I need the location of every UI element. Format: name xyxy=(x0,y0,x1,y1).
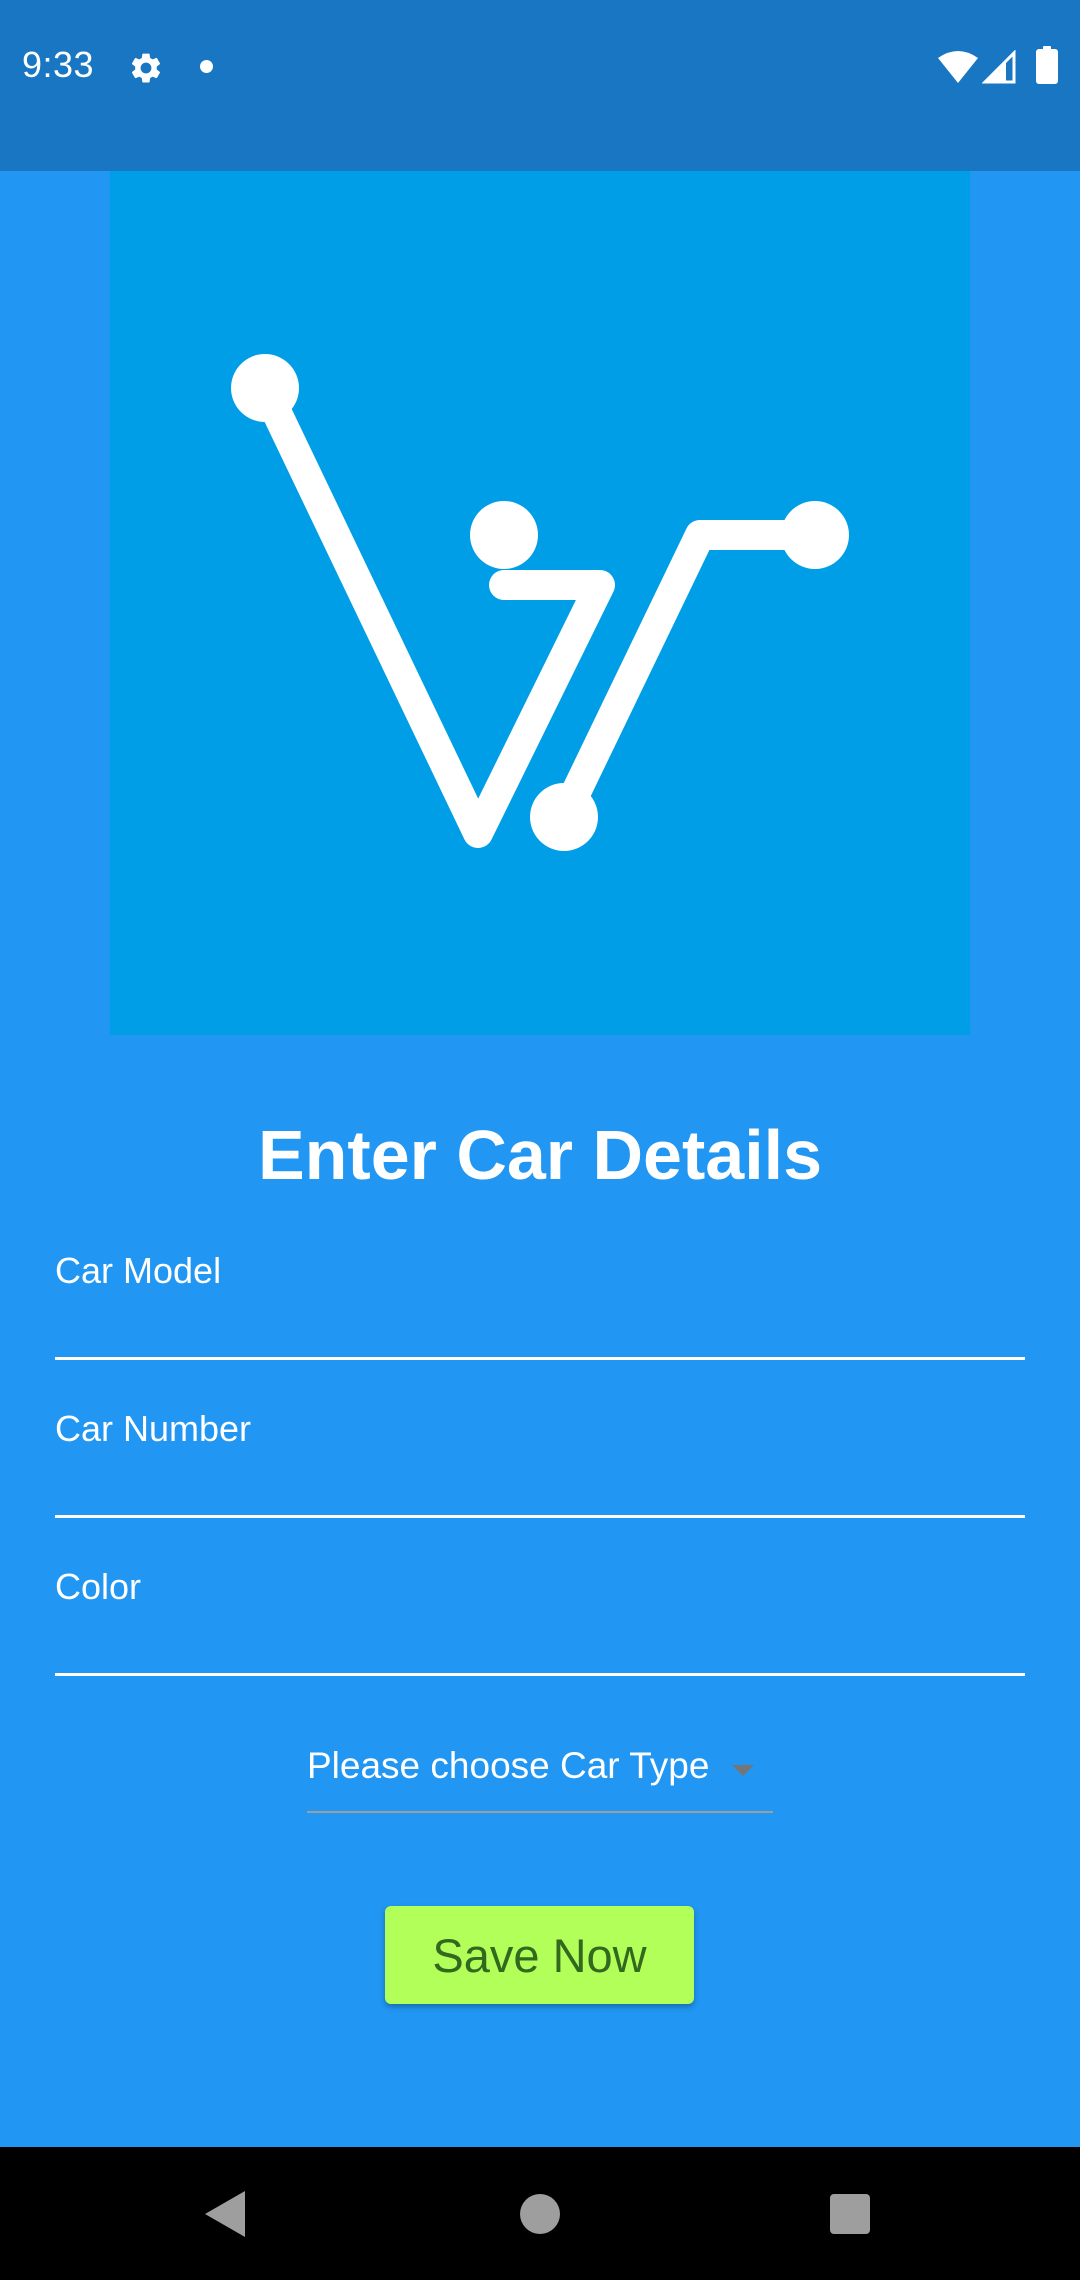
gear-icon xyxy=(131,53,161,83)
car-number-underline xyxy=(55,1515,1025,1518)
color-label: Color xyxy=(55,1566,142,1607)
car-type-dropdown[interactable]: Please choose Car Type xyxy=(307,1745,773,1813)
dropdown-underline xyxy=(307,1811,773,1813)
save-button[interactable]: Save Now xyxy=(385,1906,694,2004)
color-input[interactable] xyxy=(55,1616,1025,1666)
car-number-input[interactable] xyxy=(55,1458,1025,1508)
car-number-label: Car Number xyxy=(55,1408,252,1449)
car-model-underline xyxy=(55,1357,1025,1360)
vt-circuit-logo-icon xyxy=(231,354,849,851)
recents-icon[interactable] xyxy=(830,2194,870,2234)
color-underline xyxy=(55,1673,1025,1676)
car-model-label: Car Model xyxy=(55,1250,222,1291)
battery-icon xyxy=(1036,46,1058,84)
dropdown-arrow-icon xyxy=(732,1765,754,1776)
car-type-selected: Please choose Car Type xyxy=(307,1745,710,1786)
wifi-icon xyxy=(938,51,978,83)
car-model-input[interactable] xyxy=(55,1300,1025,1350)
car-number-field[interactable]: Car Number xyxy=(55,1408,1025,1518)
navigation-bar xyxy=(0,2147,1080,2280)
car-model-field[interactable]: Car Model xyxy=(55,1250,1025,1360)
app-logo xyxy=(110,171,970,1035)
notification-dot-icon xyxy=(200,60,213,73)
status-time: 9:33 xyxy=(22,44,95,85)
back-icon[interactable] xyxy=(205,2191,245,2237)
color-field[interactable]: Color xyxy=(55,1566,1025,1676)
home-icon[interactable] xyxy=(520,2194,560,2234)
page-title: Enter Car Details xyxy=(257,1116,823,1194)
status-bar: 9:33 xyxy=(0,0,1080,171)
signal-icon xyxy=(982,50,1016,84)
